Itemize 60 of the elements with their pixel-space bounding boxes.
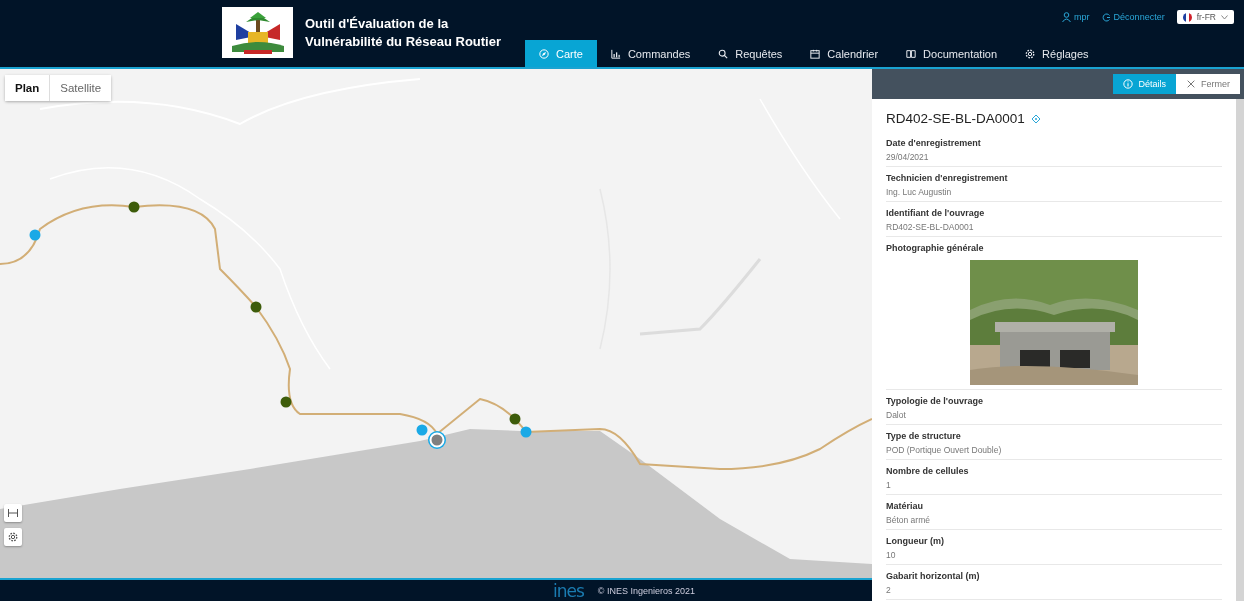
copyright-text: © INES Ingenieros 2021: [597, 585, 696, 596]
field-value: 10: [886, 550, 897, 560]
field-value: 29/04/2021: [886, 152, 930, 162]
close-icon: [1186, 79, 1196, 89]
field-value: Dalot: [886, 410, 907, 420]
map-type-tab[interactable]: Plan: [5, 75, 50, 101]
map-marker[interactable]: [250, 301, 262, 313]
language-select[interactable]: fr-FR: [1176, 10, 1234, 24]
field-label: Identifiant de l'ouvrage: [886, 208, 986, 218]
settings-icon: [1025, 48, 1036, 59]
logout-icon: [1101, 12, 1111, 22]
map-marker[interactable]: [280, 396, 292, 408]
app-title: Outil d'Évaluation de la Vulnérabilité du Réseau Routier: [305, 15, 502, 51]
nav-tab[interactable]: Commandes: [596, 40, 705, 67]
map-marker[interactable]: [509, 413, 521, 425]
record-title: RD402-SE-BL-DA0001: [886, 111, 1025, 126]
info-icon: [1123, 79, 1134, 89]
search-icon: [718, 48, 729, 59]
map-marker[interactable]: [128, 201, 140, 213]
compass-icon: [539, 48, 549, 59]
settings-icon: [8, 532, 18, 542]
field-value: RD402-SE-BL-DA0001: [886, 222, 975, 232]
user-link[interactable]: mpr: [1062, 12, 1090, 22]
company-logo: ines: [553, 580, 584, 601]
coat-of-arms-logo: [222, 7, 293, 58]
field-value: Béton armé: [886, 515, 931, 525]
chevron-icon: [1221, 14, 1228, 20]
panel-tab[interactable]: Fermer: [1176, 74, 1240, 94]
user-icon: [1062, 12, 1072, 22]
field-label: Matériau: [886, 501, 924, 511]
field-label: Type de structure: [886, 431, 962, 441]
field-value: Ing. Luc Augustin: [886, 187, 953, 197]
field-label: Photographie générale: [886, 243, 985, 253]
field-label: Gabarit horizontal (m): [886, 571, 981, 581]
ruler-icon: [8, 509, 18, 517]
book-icon: [906, 48, 917, 59]
logout-link[interactable]: Déconnecter: [1101, 12, 1165, 22]
measure-button[interactable]: [4, 504, 22, 522]
field-label: Technicien d'enregistrement: [886, 173, 1009, 183]
map-marker[interactable]: [429, 432, 445, 448]
field-value: 2: [886, 585, 892, 595]
map-type-tab[interactable]: Satellite: [49, 75, 112, 101]
field-label: Date d'enregistrement: [886, 138, 982, 148]
map-marker[interactable]: [416, 424, 428, 436]
map-marker[interactable]: [29, 229, 41, 241]
field-label: Nombre de cellules: [886, 466, 970, 476]
tag-icon: [1030, 113, 1041, 124]
nav-tab[interactable]: Réglages: [1011, 40, 1103, 67]
field-value: POD (Portique Ouvert Double): [886, 445, 1003, 455]
field-label: Longueur (m): [886, 536, 945, 546]
field-label: Typologie de l'ouvrage: [886, 396, 984, 406]
map-settings-button[interactable]: [4, 528, 22, 546]
field-value: 1: [886, 480, 892, 490]
nav-tab[interactable]: Documentation: [892, 40, 1012, 67]
flag-icon: [1182, 12, 1192, 22]
calendar-icon: [810, 48, 821, 59]
map-marker[interactable]: [520, 426, 532, 438]
bar-chart-icon: [610, 48, 621, 59]
nav-tab[interactable]: Calendrier: [796, 40, 893, 67]
nav-tab[interactable]: Requêtes: [704, 40, 797, 67]
